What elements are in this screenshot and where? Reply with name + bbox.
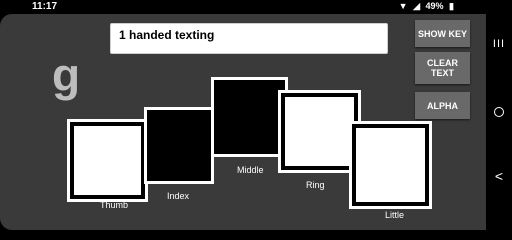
middle-label: Middle [237, 165, 264, 175]
wifi-icon: ◢ [413, 1, 420, 11]
recents-icon[interactable]: III [486, 38, 512, 50]
alpha-button[interactable]: ALPHA [415, 92, 470, 119]
back-icon[interactable]: < [486, 168, 512, 184]
little-label: Little [385, 210, 405, 220]
ring-key[interactable] [278, 90, 361, 173]
status-bar: 11:17 ▼ ◢ 49% ▮ [0, 0, 486, 14]
thumb-label: Thumb [100, 200, 129, 210]
clear-text-label-line2: TEXT [430, 68, 454, 78]
index-label: Index [167, 191, 190, 201]
signal-icon: ▼ [398, 1, 408, 11]
status-time: 11:17 [32, 1, 58, 12]
middle-key[interactable] [211, 77, 288, 157]
typed-text-field[interactable]: 1 handed texting [110, 23, 388, 54]
status-icons: ▼ ◢ 49% ▮ [396, 1, 454, 12]
current-letter-display: g [52, 49, 81, 101]
home-icon[interactable] [486, 104, 512, 122]
clear-text-button[interactable]: CLEAR TEXT [415, 52, 470, 84]
show-key-button[interactable]: SHOW KEY [415, 20, 470, 47]
clear-text-label-line1: CLEAR [427, 58, 458, 68]
navigation-bar: III < [486, 0, 512, 230]
battery-icon: ▮ [449, 1, 454, 11]
battery-percent: 49% [425, 1, 444, 11]
app-canvas: 1 handed texting SHOW KEY CLEAR TEXT ALP… [0, 14, 486, 230]
little-key[interactable] [349, 121, 432, 209]
index-key[interactable] [144, 107, 214, 184]
thumb-key[interactable] [67, 119, 148, 202]
ring-label: Ring [306, 180, 325, 190]
